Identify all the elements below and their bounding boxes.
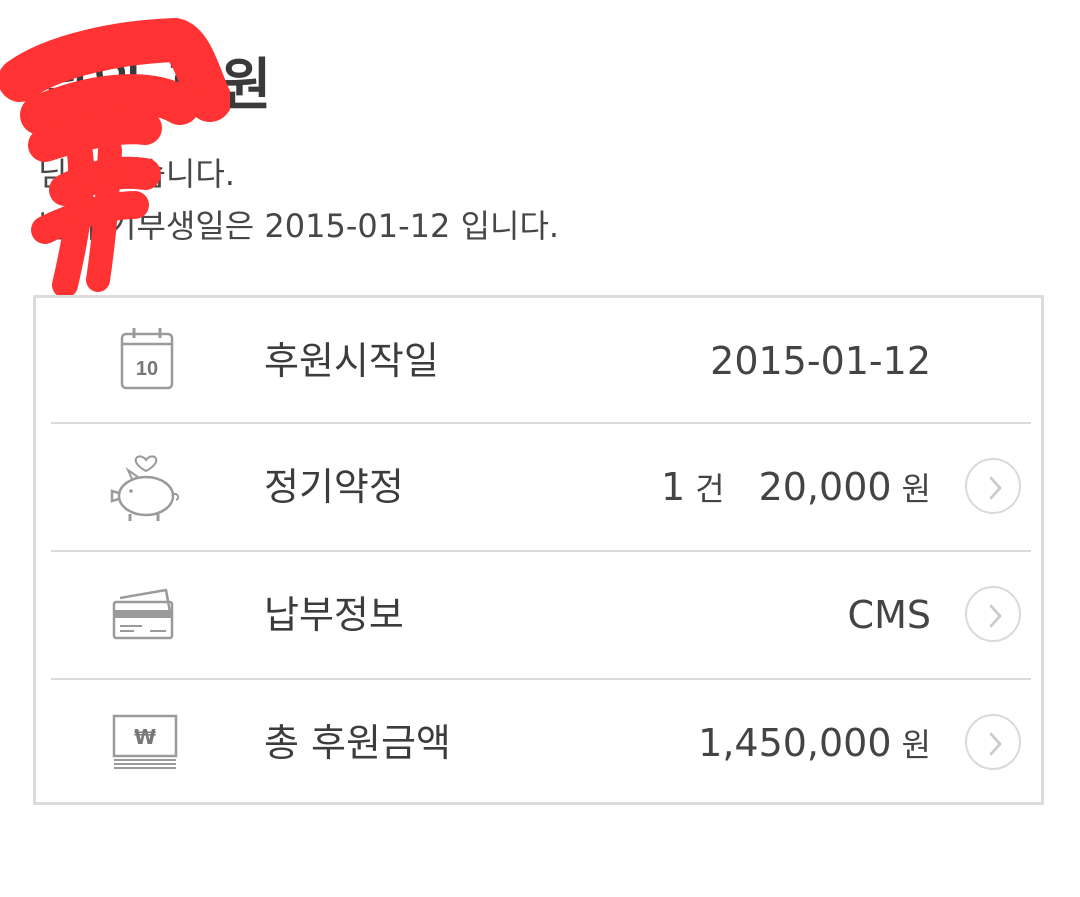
birthday-line: 님의 기부생일은 2015-01-12 입니다.: [38, 207, 560, 245]
calendar-icon: 10: [120, 328, 174, 390]
total-donation-amount: 1,450,000: [698, 721, 892, 765]
greeting-line: 님 반갑습니다.: [38, 155, 235, 193]
donation-summary-card: 10 후원시작일 2015-01-12 정기약정 1 건 20,000 원 납부…: [33, 295, 1044, 805]
regular-pledge-label: 정기약정: [264, 465, 404, 509]
total-donation-value: 1,450,000 원: [698, 680, 931, 806]
chevron-right-icon: [989, 476, 1002, 500]
credit-card-icon: [112, 588, 174, 640]
won-money-icon: ₩: [112, 714, 178, 769]
svg-text:10: 10: [136, 358, 158, 380]
total-donation-row[interactable]: ₩ 총 후원금액 1,450,000 원: [51, 678, 1031, 806]
start-date-value: 2015-01-12: [710, 339, 931, 383]
payment-info-detail-button[interactable]: [965, 586, 1021, 642]
regular-pledge-detail-button[interactable]: [965, 458, 1021, 514]
payment-info-label: 납부정보: [264, 593, 404, 637]
svg-text:₩: ₩: [134, 725, 156, 749]
start-date-label: 후원시작일: [264, 339, 439, 383]
greeting: 님 반갑습니다. 님의 기부생일은 2015-01-12 입니다.: [38, 148, 559, 252]
pledge-count: 1: [660, 465, 686, 509]
payment-info-row[interactable]: 납부정보 CMS: [51, 550, 1031, 678]
chevron-right-icon: [989, 732, 1002, 756]
pledge-amount-unit: 원: [901, 470, 931, 508]
regular-pledge-value: 1 건 20,000 원: [661, 424, 931, 550]
pledge-amount: 20,000: [758, 465, 892, 509]
pledge-count-unit: 건: [695, 470, 725, 508]
total-donation-label: 총 후원금액: [264, 721, 451, 765]
regular-pledge-row[interactable]: 정기약정 1 건 20,000 원: [51, 422, 1031, 550]
start-date-row: 10 후원시작일 2015-01-12: [51, 298, 1031, 424]
chevron-right-icon: [989, 604, 1002, 628]
total-donation-detail-button[interactable]: [965, 714, 1021, 770]
payment-info-value: CMS: [847, 593, 931, 637]
page-title: 님의 후원: [38, 53, 274, 118]
piggy-bank-icon: [110, 455, 180, 521]
total-donation-unit: 원: [901, 726, 931, 764]
